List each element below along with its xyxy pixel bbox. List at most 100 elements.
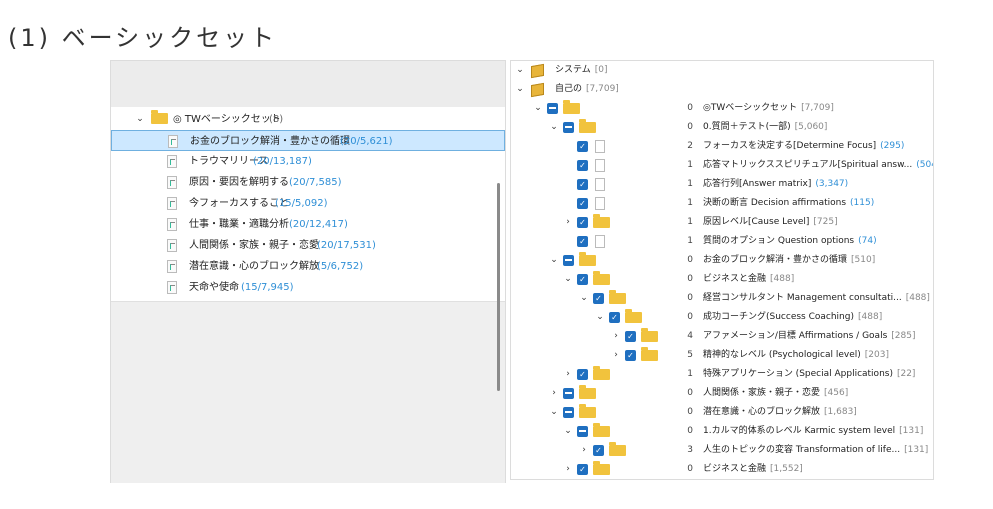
row-label: 質問のオプション Question options (74)	[703, 236, 877, 246]
checkbox[interactable]: ✓	[577, 464, 588, 475]
tree-item[interactable]: 天命や使命 (15/7,945)	[111, 277, 505, 298]
checkbox[interactable]: ✓	[577, 217, 588, 228]
checkbox[interactable]	[563, 122, 574, 133]
row-label: ◎TWベーシックセット [7,709]	[703, 103, 834, 113]
document-icon	[595, 159, 605, 172]
chevron-right-icon[interactable]: ›	[563, 213, 573, 232]
tree-row[interactable]: ⌄ 0 ◎TWベーシックセット [7,709]	[511, 99, 933, 118]
right-tree-panel: ⌄ システム [0] ⌄ 自己の [7,709] ⌄ 0 ◎TWベーシックセット [7…	[510, 60, 934, 480]
row-label: お金のブロック解消・豊かさの循環 [510]	[703, 255, 876, 265]
folder-icon	[593, 423, 610, 437]
tree-row[interactable]: ⌄ 0 0.質問＋テスト(一部) [5,060]	[511, 118, 933, 137]
tree-row[interactable]: › ✓ 1 原因レベル[Cause Level] [725]	[511, 213, 933, 232]
row-number: 1	[687, 179, 693, 189]
tree-row[interactable]: ⌄ ✓ 0 ビジネスと金融 [488]	[511, 270, 933, 289]
checkbox[interactable]: ✓	[577, 141, 588, 152]
group-count: (8)	[269, 114, 284, 125]
tree-item[interactable]: 潜在意識・心のブロック解放 (5/6,752)	[111, 256, 505, 277]
checkbox[interactable]	[563, 388, 574, 399]
tree-item[interactable]: 今フォーカスすること (15/5,092)	[111, 193, 505, 214]
tree-row[interactable]: ✓ 1 決断の断言 Decision affirmations (115)	[511, 194, 933, 213]
chevron-right-icon[interactable]: ›	[563, 365, 573, 384]
row-number: 4	[687, 331, 693, 341]
checkbox[interactable]: ✓	[577, 236, 588, 247]
chevron-right-icon[interactable]: ›	[563, 460, 573, 479]
tree-item[interactable]: お金のブロック解消・豊かさの循環 (20/5,621)	[111, 130, 505, 151]
tree-row[interactable]: › ✓ 1 特殊アプリケーション (Special Applications)[…	[511, 365, 933, 384]
chevron-down-icon[interactable]: ⌄	[563, 422, 573, 441]
checkbox[interactable]: ✓	[625, 331, 636, 342]
checkbox[interactable]	[563, 255, 574, 266]
tree-row[interactable]: ⌄ ✓ 0 成功コーチング(Success Coaching) [488]	[511, 308, 933, 327]
tree-item[interactable]: トラウマリリース (20/13,187)	[111, 151, 505, 172]
chevron-down-icon[interactable]: ⌄	[563, 270, 573, 289]
tree-row[interactable]: › 0 人間関係・家族・親子・恋愛 [456]	[511, 384, 933, 403]
chevron-down-icon[interactable]: ⌄	[595, 308, 605, 327]
row-label: 特殊アプリケーション (Special Applications) [22]	[703, 369, 916, 379]
item-label: 原因・要因を解明する	[189, 177, 289, 188]
chevron-right-icon[interactable]: ›	[549, 384, 559, 403]
tree-row[interactable]: ⌄ ✓ 0 経営コンサルタント Management consultati...…	[511, 289, 933, 308]
row-number: 1	[687, 369, 693, 379]
checkbox[interactable]: ✓	[577, 198, 588, 209]
chevron-down-icon[interactable]: ⌄	[515, 61, 525, 80]
tree-row[interactable]: ✓ 1 質問のオプション Question options (74)	[511, 232, 933, 251]
chevron-down-icon[interactable]: ⌄	[549, 251, 559, 270]
chevron-down-icon[interactable]: ⌄	[549, 403, 559, 422]
folder-icon	[609, 290, 626, 304]
tree-row[interactable]: ⌄ 0 潜在意識・心のブロック解放 [1,683]	[511, 403, 933, 422]
chevron-down-icon[interactable]: ⌄	[515, 80, 525, 99]
chevron-down-icon[interactable]: ⌄	[533, 99, 543, 118]
checkbox[interactable]: ✓	[593, 293, 604, 304]
row-number: 0	[687, 426, 693, 436]
tree-row[interactable]: ⌄ 0 お金のブロック解消・豊かさの循環 [510]	[511, 251, 933, 270]
row-number: 1	[687, 236, 693, 246]
checkbox[interactable]	[563, 407, 574, 418]
checkbox[interactable]: ✓	[625, 350, 636, 361]
chevron-right-icon[interactable]: ›	[611, 346, 621, 365]
checkbox[interactable]: ✓	[593, 445, 604, 456]
row-number: 5	[687, 350, 693, 360]
tree-item[interactable]: 仕事・職業・適職分析 (20/12,417)	[111, 214, 505, 235]
chevron-down-icon[interactable]: ⌄	[549, 118, 559, 137]
tree-row[interactable]: › ✓ 4 アファメーション/目標 Affirmations / Goals [2…	[511, 327, 933, 346]
left-tree-panel: ⌄ ◎ TWベーシックセット (8) お金のブロック解消・豊かさの循環 (20/…	[110, 60, 506, 483]
tree-row[interactable]: › ✓ 0 ビジネスと金融 [1,552]	[511, 460, 933, 479]
tree-row[interactable]: › ✓ 3 人生のトピックの変容 Transformation of life.…	[511, 441, 933, 460]
item-label: 天命や使命	[189, 282, 239, 293]
checkbox[interactable]: ✓	[577, 179, 588, 190]
checkbox[interactable]: ✓	[577, 160, 588, 171]
document-icon	[167, 218, 177, 231]
row-label: 人間関係・家族・親子・恋愛 [456]	[703, 388, 849, 398]
checkbox[interactable]	[547, 103, 558, 114]
row-number: 0	[687, 103, 693, 113]
scrollbar[interactable]	[497, 183, 500, 391]
document-icon	[167, 155, 177, 168]
row-number: 1	[687, 198, 693, 208]
tree-group-tw-basic-set[interactable]: ⌄ ◎ TWベーシックセット (8)	[111, 109, 505, 130]
chevron-down-icon[interactable]: ⌄	[579, 289, 589, 308]
row-number: 0	[687, 274, 693, 284]
tree-row-system[interactable]: ⌄ システム [0]	[511, 61, 933, 80]
tree-item[interactable]: 人間関係・家族・親子・恋愛 (20/17,531)	[111, 235, 505, 256]
tree-row[interactable]: ✓ 1 応答マトリックススピリチュアル[Spiritual answ... (50…	[511, 156, 933, 175]
tree-row[interactable]: ✓ 2 フォーカスを決定する[Determine Focus] (295)	[511, 137, 933, 156]
chevron-right-icon[interactable]: ›	[579, 441, 589, 460]
folder-icon	[593, 366, 610, 380]
checkbox[interactable]: ✓	[577, 369, 588, 380]
tree-row[interactable]: › ✓ 5 精神的なレベル (Psychological level) [203]	[511, 346, 933, 365]
checkbox[interactable]	[577, 426, 588, 437]
document-icon	[168, 135, 178, 148]
document-icon	[167, 239, 177, 252]
item-count: (15/5,092)	[275, 198, 328, 209]
chevron-down-icon[interactable]: ⌄	[135, 109, 145, 130]
tree-row[interactable]: ⌄ 0 1.カルマ的体系のレベル Karmic system level [131…	[511, 422, 933, 441]
checkbox[interactable]: ✓	[577, 274, 588, 285]
checkbox[interactable]: ✓	[609, 312, 620, 323]
row-label: 応答行列[Answer matrix] (3,347)	[703, 179, 849, 189]
chevron-right-icon[interactable]: ›	[611, 327, 621, 346]
tree-row-own[interactable]: ⌄ 自己の [7,709]	[511, 80, 933, 99]
tree-row[interactable]: ✓ 1 応答行列[Answer matrix] (3,347)	[511, 175, 933, 194]
row-label: アファメーション/目標 Affirmations / Goals [285]	[703, 331, 916, 341]
tree-item[interactable]: 原因・要因を解明する (20/7,585)	[111, 172, 505, 193]
